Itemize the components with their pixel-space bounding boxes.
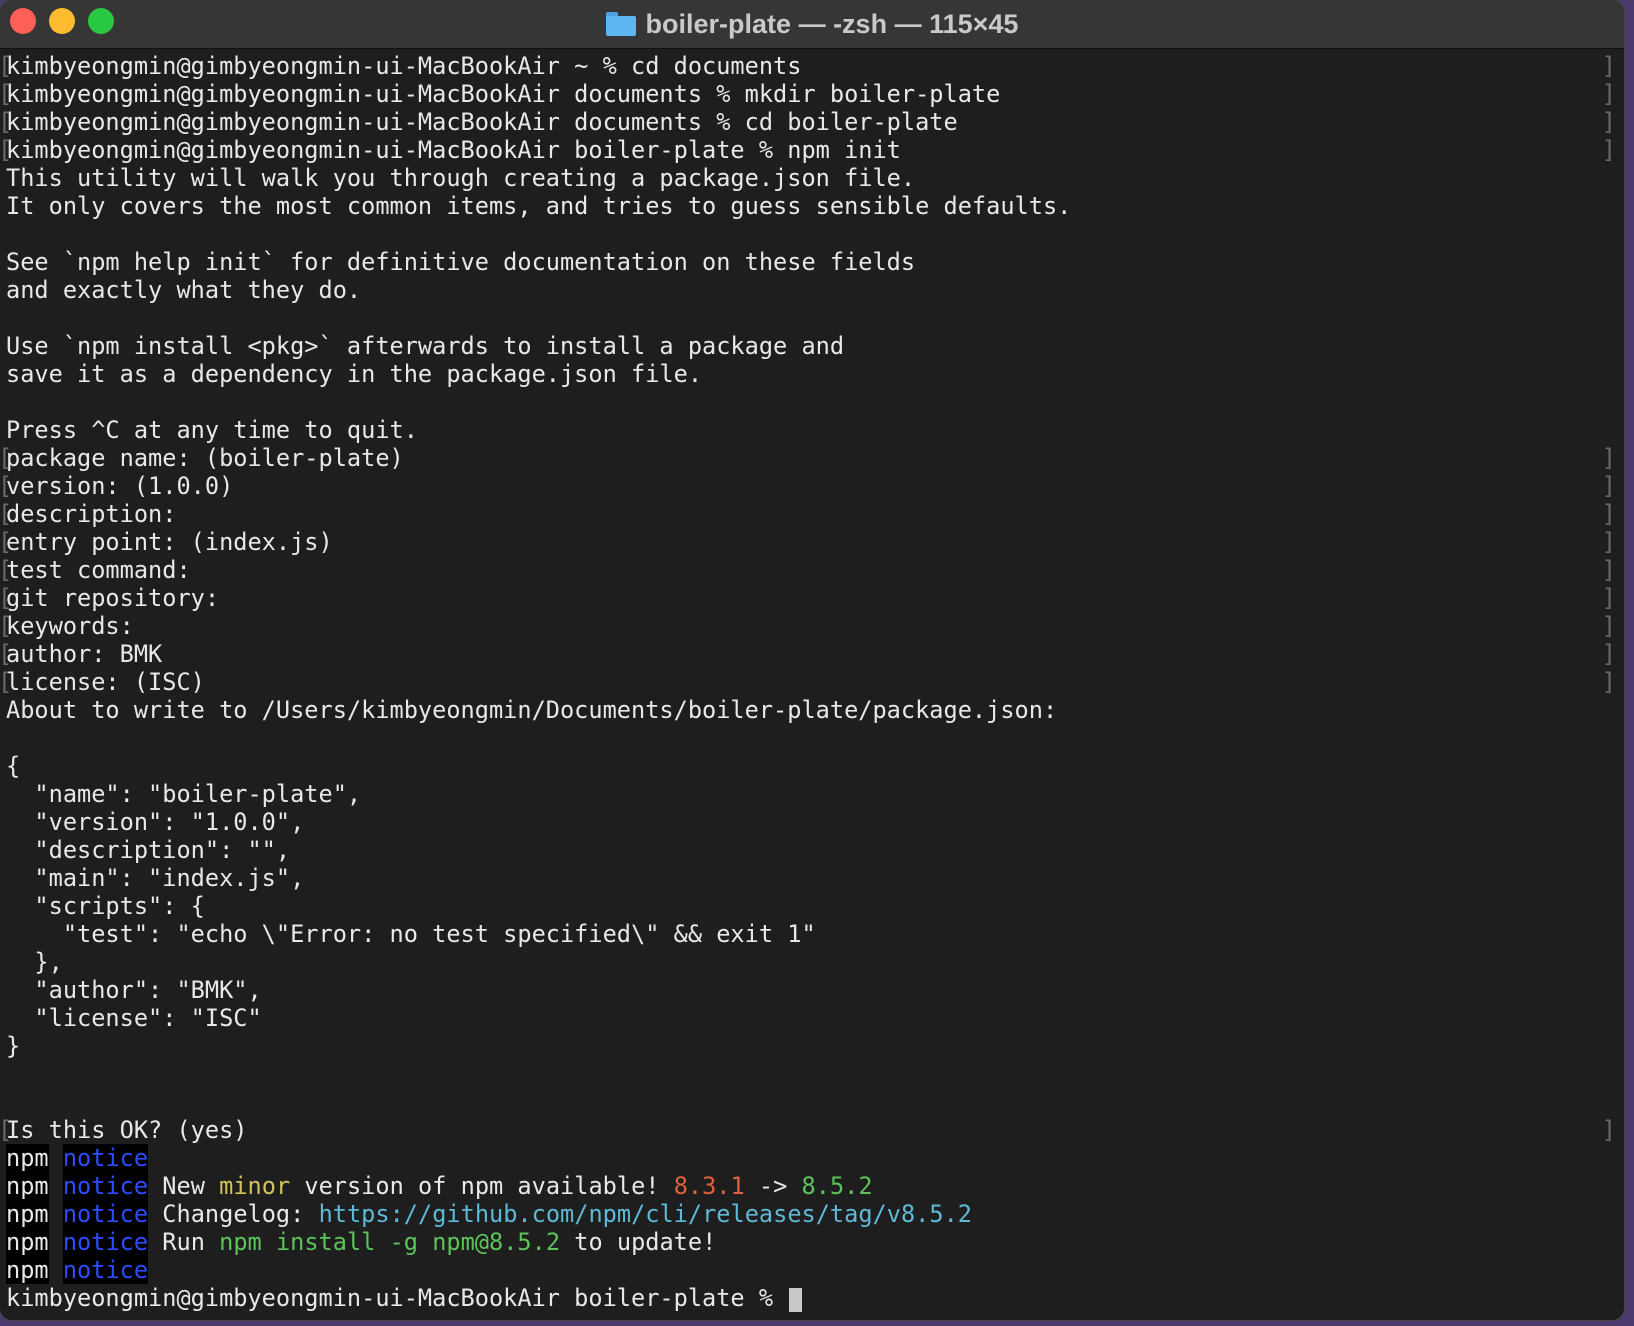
terminal-line: kimbyeongmin@gimbyeongmin-ui-MacBookAir …: [0, 136, 1624, 164]
terminal-window: boiler-plate — -zsh — 115×45 kimbyeongmi…: [0, 0, 1624, 1320]
command-prompt-line[interactable]: kimbyeongmin@gimbyeongmin-ui-MacBookAir …: [0, 1284, 1624, 1312]
terminal-line: {: [6, 752, 21, 780]
shell-prompt: kimbyeongmin@gimbyeongmin-ui-MacBookAir …: [6, 1284, 788, 1312]
update-arrow: ->: [744, 1172, 802, 1200]
terminal-line: keywords:: [0, 612, 1624, 640]
npm-label: npm: [6, 1228, 49, 1256]
npm-notice-line: npm notice Run npm install -g npm@8.5.2 …: [0, 1228, 1624, 1256]
notice-label: notice: [62, 1200, 149, 1228]
notice-label: notice: [62, 1172, 149, 1200]
terminal-line: package name: (boiler-plate): [0, 444, 1624, 472]
terminal-line: kimbyeongmin@gimbyeongmin-ui-MacBookAir …: [0, 108, 1624, 136]
terminal-line: kimbyeongmin@gimbyeongmin-ui-MacBookAir …: [0, 80, 1624, 108]
terminal-line: test command:: [0, 556, 1624, 584]
terminal-line: "license": "ISC": [6, 1004, 262, 1032]
terminal-line: "author": "BMK",: [6, 976, 262, 1004]
zoom-button[interactable]: [88, 8, 114, 34]
terminal-line: Is this OK? (yes): [0, 1116, 1624, 1144]
terminal-lines: kimbyeongmin@gimbyeongmin-ui-MacBookAir …: [0, 52, 1624, 1144]
npm-label: npm: [6, 1144, 49, 1172]
terminal-output[interactable]: kimbyeongmin@gimbyeongmin-ui-MacBookAir …: [0, 52, 1624, 1320]
minimize-button[interactable]: [49, 8, 75, 34]
npm-notice-line: npm notice Changelog: https://github.com…: [0, 1200, 1624, 1228]
run-command: npm install -g npm@8.5.2: [219, 1228, 561, 1256]
terminal-line: See `npm help init` for definitive docum…: [6, 248, 916, 276]
npm-notice-line: npm notice: [0, 1144, 1624, 1172]
terminal-line: About to write to /Users/kimbyeongmin/Do…: [6, 696, 1058, 724]
terminal-line: and exactly what they do.: [6, 276, 362, 304]
window-title: boiler-plate — -zsh — 115×45: [645, 8, 1019, 39]
terminal-line: author: BMK: [0, 640, 1624, 668]
terminal-line: This utility will walk you through creat…: [6, 164, 916, 192]
terminal-line: description:: [0, 500, 1624, 528]
text-cursor: [789, 1287, 803, 1312]
terminal-line: entry point: (index.js): [0, 528, 1624, 556]
terminal-line: Press ^C at any time to quit.: [6, 416, 418, 444]
terminal-line: version: (1.0.0): [0, 472, 1624, 500]
npm-notice-line: npm notice New minor version of npm avai…: [0, 1172, 1624, 1200]
npm-label: npm: [6, 1200, 49, 1228]
new-version: 8.5.2: [801, 1172, 873, 1200]
notice-label: notice: [62, 1256, 149, 1284]
update-prefix: New: [162, 1172, 220, 1200]
notice-label: notice: [62, 1144, 149, 1172]
window-title-group: boiler-plate — -zsh — 115×45: [605, 8, 1019, 40]
terminal-line: }: [6, 1032, 21, 1060]
terminal-line: Use `npm install <pkg>` afterwards to in…: [6, 332, 845, 360]
folder-icon: [605, 12, 636, 36]
terminal-line: "scripts": {: [6, 892, 205, 920]
terminal-line: kimbyeongmin@gimbyeongmin-ui-MacBookAir …: [0, 52, 1624, 80]
update-mid: version of npm available!: [290, 1172, 674, 1200]
terminal-line: "test": "echo \"Error: no test specified…: [6, 920, 816, 948]
run-prefix: Run: [162, 1228, 220, 1256]
terminal-line: "version": "1.0.0",: [6, 808, 305, 836]
terminal-line: },: [6, 948, 63, 976]
changelog-prefix: Changelog:: [162, 1200, 319, 1228]
terminal-line: It only covers the most common items, an…: [6, 192, 1072, 220]
notice-label: notice: [62, 1228, 149, 1256]
old-version: 8.3.1: [673, 1172, 745, 1200]
run-suffix: to update!: [560, 1228, 717, 1256]
terminal-line: "main": "index.js",: [6, 864, 305, 892]
terminal-line: "description": "",: [6, 836, 291, 864]
npm-label: npm: [6, 1256, 49, 1284]
changelog-link[interactable]: https://github.com/npm/cli/releases/tag/…: [319, 1200, 972, 1228]
update-minor: minor: [219, 1172, 291, 1200]
npm-label: npm: [6, 1172, 49, 1200]
title-bar[interactable]: boiler-plate — -zsh — 115×45: [0, 0, 1624, 49]
terminal-line: save it as a dependency in the package.j…: [6, 360, 703, 388]
terminal-line: git repository:: [0, 584, 1624, 612]
window-controls: [10, 8, 114, 34]
close-button[interactable]: [10, 8, 36, 34]
npm-notice-line: npm notice: [0, 1256, 1624, 1284]
terminal-line: "name": "boiler-plate",: [6, 780, 362, 808]
terminal-line: license: (ISC): [0, 668, 1624, 696]
